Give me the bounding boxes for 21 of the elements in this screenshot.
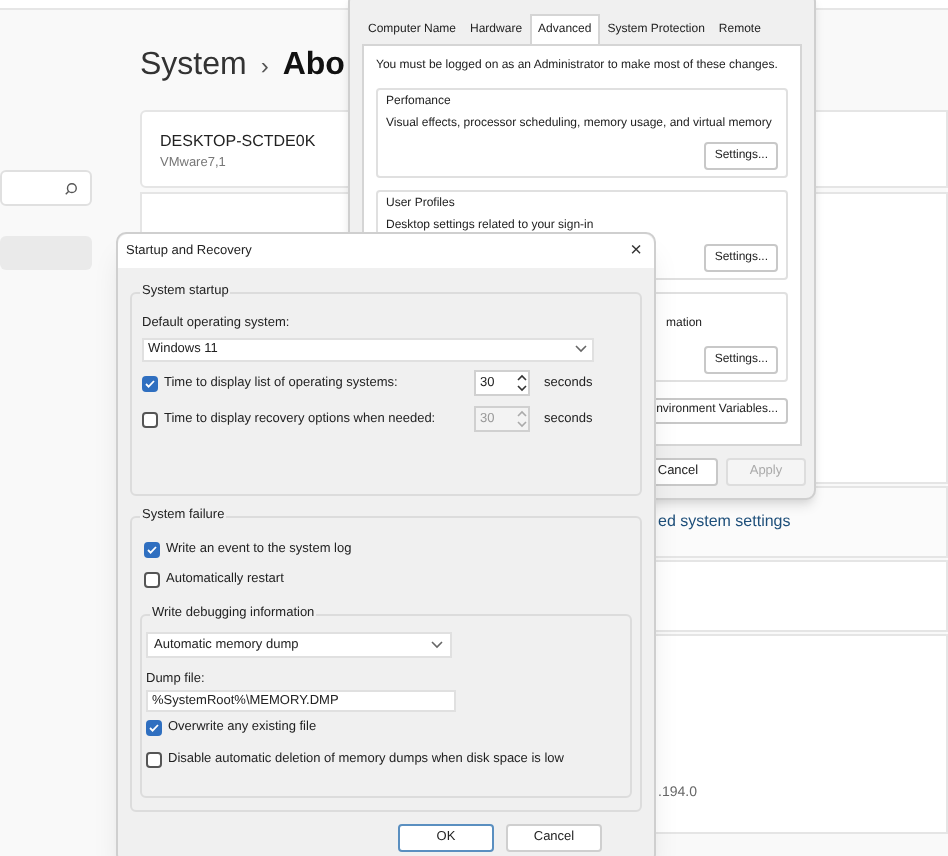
checkmark-icon — [144, 377, 156, 390]
chevron-down-icon — [574, 344, 588, 355]
spinner-arrows-icon — [516, 408, 528, 431]
checkbox[interactable] — [146, 720, 162, 737]
breadcrumb-parent[interactable]: System — [140, 42, 247, 90]
page-title: Abo — [282, 46, 345, 86]
breadcrumb-separator: › — [260, 50, 269, 84]
checkbox[interactable] — [142, 375, 158, 392]
chevron-down-icon — [430, 640, 444, 650]
checkbox[interactable] — [142, 411, 158, 428]
search-field[interactable] — [0, 170, 92, 206]
checkmark-icon — [148, 722, 160, 735]
close-button[interactable]: × — [626, 241, 646, 261]
checkmark-icon — [146, 543, 158, 555]
checkbox[interactable] — [144, 571, 160, 587]
checkbox[interactable] — [146, 752, 162, 769]
device-name: DESKTOP-SCTDE0K — [160, 130, 316, 154]
link-text[interactable]: ed system settings — [658, 510, 791, 534]
search-icon — [64, 181, 78, 195]
checkbox[interactable] — [144, 541, 160, 557]
spinner-arrows-icon — [516, 372, 528, 395]
